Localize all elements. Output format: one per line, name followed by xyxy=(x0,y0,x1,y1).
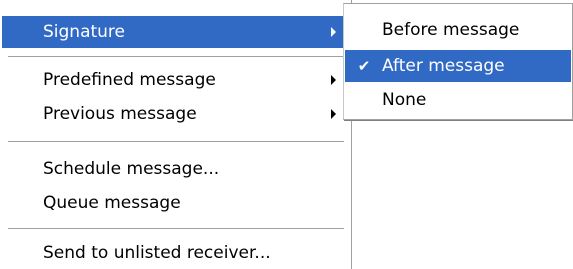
menu-item-label: Predefined message xyxy=(43,70,216,90)
menu-item-label: After message xyxy=(382,56,505,76)
menu-item-label: Queue message xyxy=(43,193,181,213)
submenu-item-after-message[interactable]: ✔ After message xyxy=(345,50,571,82)
submenu-arrow-icon xyxy=(331,75,336,85)
submenu-arrow-icon xyxy=(331,27,336,37)
menu-item-queue-message[interactable]: Queue message xyxy=(2,187,347,219)
checkmark-icon: ✔ xyxy=(357,57,371,75)
submenu-arrow-icon xyxy=(331,109,336,119)
menu-item-label: Signature xyxy=(43,22,126,42)
menu-separator xyxy=(8,141,344,143)
signature-submenu: Before message ✔ After message None xyxy=(343,3,573,120)
menu-item-label: Before message xyxy=(382,20,520,40)
menu-item-schedule-message[interactable]: Schedule message... xyxy=(2,153,347,185)
menu-item-label: Previous message xyxy=(43,104,197,124)
menu-item-predefined-message[interactable]: Predefined message xyxy=(2,64,347,96)
menu-separator xyxy=(8,56,344,58)
menu-item-previous-message[interactable]: Previous message xyxy=(2,98,347,130)
menu-separator xyxy=(8,228,344,230)
menu-item-signature[interactable]: Signature xyxy=(2,16,347,48)
menu-item-label: Schedule message... xyxy=(43,159,220,179)
context-menu: Signature Predefined message Previous me… xyxy=(0,0,352,269)
menu-item-label: None xyxy=(382,90,427,110)
menu-item-label: Send to unlisted receiver... xyxy=(43,243,271,263)
submenu-item-before-message[interactable]: Before message xyxy=(345,14,571,46)
submenu-item-none[interactable]: None xyxy=(345,84,571,116)
menu-item-send-to-unlisted-receiver[interactable]: Send to unlisted receiver... xyxy=(2,237,347,269)
